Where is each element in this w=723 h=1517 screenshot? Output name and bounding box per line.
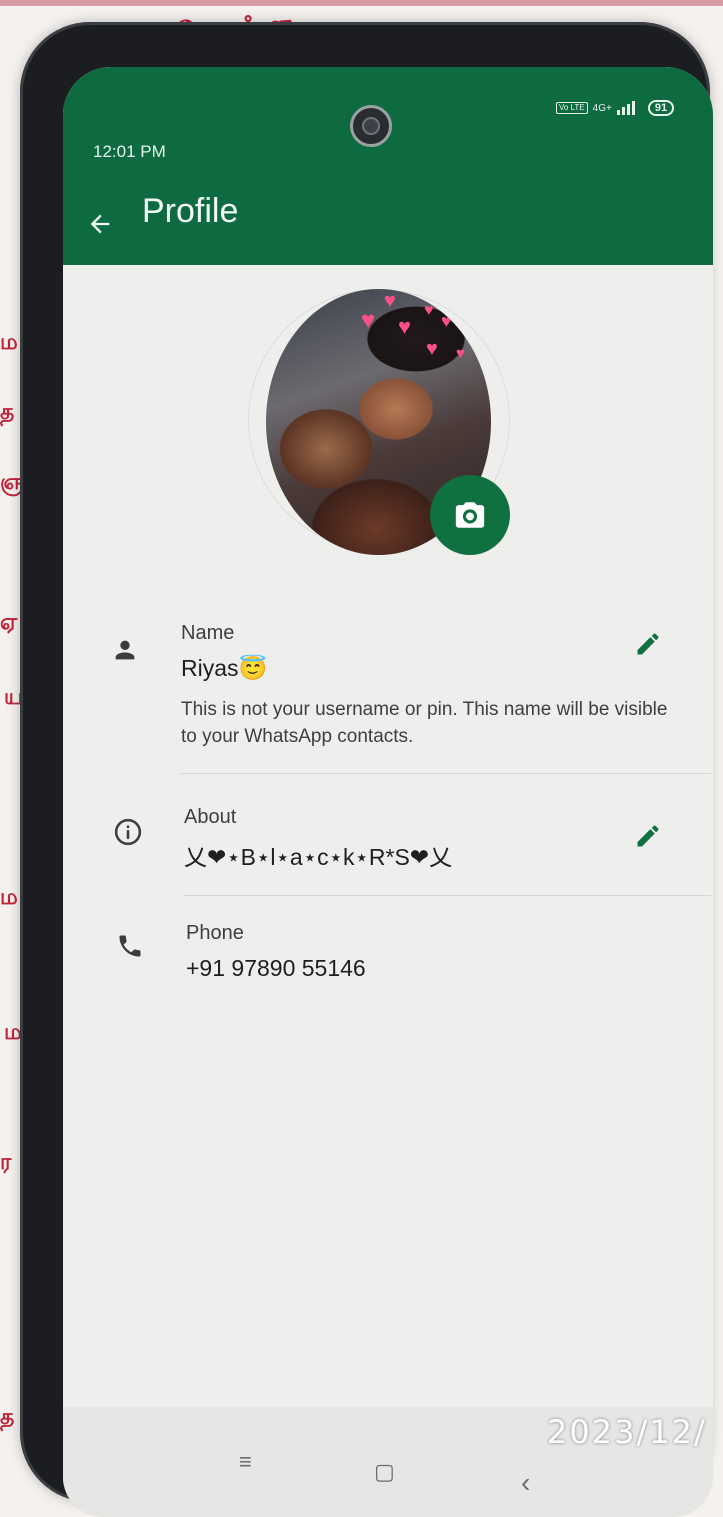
about-value: 乂❤⋆B⋆l⋆a⋆c⋆k⋆R*S❤乂 — [184, 844, 453, 870]
divider — [184, 895, 711, 896]
background-print: ம — [0, 330, 18, 355]
name-hint: This is not your username or pin. This n… — [181, 699, 668, 747]
background-print: த — [0, 1405, 15, 1430]
background-print: ர — [0, 1150, 12, 1175]
name-value: Riyas😇 — [181, 655, 268, 681]
phone-icon — [113, 929, 147, 963]
status-icons: Vo LTE 4G+ 91 — [556, 100, 675, 116]
heart-sticker: ♥ — [426, 338, 438, 360]
person-icon — [108, 633, 142, 667]
info-icon — [111, 815, 145, 849]
phone-label: Phone — [186, 922, 244, 944]
heart-sticker: ♥ — [361, 307, 376, 334]
background-print: ஏ — [0, 610, 18, 635]
front-camera — [350, 105, 392, 147]
background-print: த — [0, 400, 15, 425]
back-button[interactable] — [83, 207, 117, 241]
edit-about-button[interactable] — [631, 819, 665, 853]
volte-badge: Vo LTE — [556, 102, 588, 114]
heart-sticker: ♥ — [398, 314, 412, 339]
pencil-icon — [637, 633, 659, 655]
home-button[interactable]: ▢ — [374, 1459, 395, 1485]
heart-sticker: ♥ — [441, 311, 452, 331]
status-time: 12:01 PM — [93, 142, 166, 161]
about-label: About — [184, 806, 237, 828]
battery-icon: 91 — [647, 100, 675, 116]
heart-sticker: ♥ — [424, 302, 434, 319]
phone-value: +91 97890 55146 — [186, 955, 366, 981]
heart-sticker: ♥ — [384, 290, 396, 312]
background-strip — [0, 0, 723, 6]
phone-frame: 12:01 PM Vo LTE 4G+ 91 Profile ♥ ♥ ♥ ♥ ♥… — [20, 22, 713, 1517]
background-print: ம — [0, 885, 18, 910]
network-type: 4G+ — [592, 102, 612, 114]
photo-timestamp: 2023/12/ — [547, 1413, 707, 1451]
name-label: Name — [181, 622, 235, 644]
pencil-icon — [637, 825, 659, 847]
back-nav-button[interactable]: ‹ — [521, 1467, 530, 1499]
arrow-left-icon — [90, 214, 110, 234]
edit-name-button[interactable] — [631, 627, 665, 661]
heart-sticker: ♥ — [456, 345, 465, 362]
camera-icon — [455, 502, 485, 528]
app-bar: 12:01 PM Vo LTE 4G+ 91 Profile — [63, 67, 713, 265]
page-title: Profile — [142, 192, 239, 230]
menu-button[interactable]: ≡ — [239, 1449, 252, 1475]
divider — [181, 773, 711, 774]
screen: 12:01 PM Vo LTE 4G+ 91 Profile ♥ ♥ ♥ ♥ ♥… — [63, 67, 713, 1517]
change-photo-button[interactable] — [430, 475, 510, 555]
signal-icon — [616, 101, 635, 115]
